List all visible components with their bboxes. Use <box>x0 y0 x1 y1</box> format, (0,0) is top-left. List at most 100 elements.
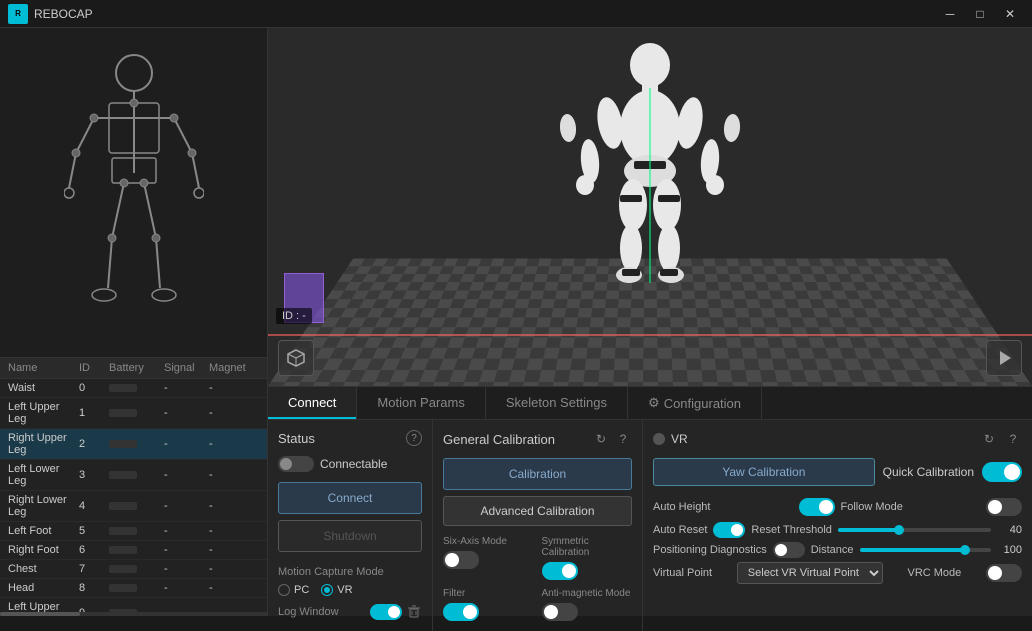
toggle-knob <box>445 553 459 567</box>
toggle-knob <box>1004 464 1020 480</box>
titlebar: R REBOCAP ─ □ ✕ <box>0 0 1032 28</box>
slider-fill <box>838 528 899 532</box>
pc-label: PC <box>294 584 309 596</box>
follow-mode-toggle[interactable] <box>986 498 1022 516</box>
tab-configuration[interactable]: ⚙ Configuration <box>628 387 762 419</box>
auto-height-label: Auto Height <box>653 501 710 513</box>
play-button[interactable] <box>986 340 1022 376</box>
status-info-icon[interactable]: ? <box>406 430 422 446</box>
close-button[interactable]: ✕ <box>996 4 1024 24</box>
slider-track[interactable] <box>860 548 991 552</box>
auto-reset-toggle[interactable] <box>713 522 745 538</box>
slider-thumb[interactable] <box>894 525 904 535</box>
auto-height-row: Auto Height <box>653 496 835 518</box>
scroll-thumb[interactable] <box>0 612 80 616</box>
pc-mode-option[interactable]: PC <box>278 584 309 596</box>
list-item[interactable]: Waist0 -- <box>0 379 267 398</box>
vr-mode-option[interactable]: VR <box>321 584 352 596</box>
virtual-point-select[interactable]: Select VR Virtual Point <box>737 562 883 584</box>
slider-thumb[interactable] <box>960 545 970 555</box>
tab-motion-params[interactable]: Motion Params <box>357 387 485 419</box>
maximize-button[interactable]: □ <box>966 4 994 24</box>
calibration-button[interactable]: Calibration <box>443 458 632 490</box>
viewport[interactable]: ID : - <box>268 28 1032 386</box>
log-window-toggle[interactable] <box>370 604 402 620</box>
trash-icon[interactable] <box>406 604 422 620</box>
follow-mode-row: Follow Mode <box>841 496 1023 518</box>
reset-threshold-value: 40 <box>997 524 1022 536</box>
list-item[interactable]: Left Lower Leg3 -- <box>0 460 267 491</box>
col-magnet: Magnet <box>209 362 259 374</box>
yaw-refresh-icon[interactable]: ↻ <box>980 430 998 448</box>
list-item[interactable]: Head8 -- <box>0 579 267 598</box>
cal-title: General Calibration <box>443 432 555 447</box>
connect-button[interactable]: Connect <box>278 482 422 514</box>
cal-refresh-icon[interactable]: ↻ <box>592 430 610 448</box>
connectable-dot <box>280 458 292 470</box>
titlebar-left: R REBOCAP <box>8 4 93 24</box>
battery-indicator <box>109 584 137 592</box>
motion-mode-section: Motion Capture Mode PC VR <box>278 566 422 596</box>
yaw-header: VR ↻ ? <box>653 430 1022 448</box>
minimize-button[interactable]: ─ <box>936 4 964 24</box>
toggle-knob <box>463 605 477 619</box>
positioning-label: Positioning Diagnostics <box>653 544 767 556</box>
anti-magnetic-toggle[interactable] <box>542 603 578 621</box>
auto-height-toggle[interactable] <box>799 498 835 516</box>
toggle-knob <box>819 500 833 514</box>
symmetric-cal-toggle[interactable] <box>542 562 578 580</box>
connectable-label: Connectable <box>320 457 387 471</box>
six-axis-option: Six-Axis Mode <box>443 536 534 580</box>
quick-cal-row: Quick Calibration <box>883 462 1022 482</box>
bottom-tabs: Connect Motion Params Skeleton Settings … <box>268 386 1032 616</box>
cube-view-button[interactable] <box>278 340 314 376</box>
filter-toggle[interactable] <box>443 603 479 621</box>
vrc-mode-toggle[interactable] <box>986 564 1022 582</box>
character-container <box>550 43 750 306</box>
distance-value: 100 <box>997 544 1022 556</box>
filter-label: Filter <box>443 588 534 599</box>
yaw-calibration-tab[interactable]: Yaw Calibration <box>653 458 875 486</box>
tab-connect[interactable]: Connect <box>268 387 357 419</box>
cal-info-icon[interactable]: ? <box>614 430 632 448</box>
toggle-knob <box>988 500 1002 514</box>
motion-mode-label: Motion Capture Mode <box>278 566 422 578</box>
battery-indicator <box>109 384 137 392</box>
list-item[interactable]: Chest7 -- <box>0 560 267 579</box>
battery-indicator <box>109 527 137 535</box>
col-battery: Battery <box>109 362 164 374</box>
list-item[interactable]: Left Upper Arm9 -- <box>0 598 267 612</box>
col-signal: Signal <box>164 362 209 374</box>
advanced-calibration-button[interactable]: Advanced Calibration <box>443 496 632 526</box>
list-item[interactable]: Left Foot5 -- <box>0 522 267 541</box>
reset-threshold-label: Reset Threshold <box>751 524 832 536</box>
shutdown-button[interactable]: Shutdown <box>278 520 422 552</box>
cube-icon <box>286 348 306 368</box>
symmetric-cal-label: Symmetric Calibration <box>542 536 633 558</box>
list-item[interactable]: Left Upper Leg1 -- <box>0 398 267 429</box>
vr-radio-circle <box>321 584 333 596</box>
connectable-toggle[interactable] <box>278 456 314 472</box>
yaw-info-icon[interactable]: ? <box>1004 430 1022 448</box>
status-header: Status ? <box>278 430 422 446</box>
list-item[interactable]: Right Lower Leg4 -- <box>0 491 267 522</box>
list-item[interactable]: Right Foot6 -- <box>0 541 267 560</box>
virtual-point-row: Virtual Point Select VR Virtual Point VR… <box>653 562 1022 584</box>
slider-track[interactable] <box>838 528 991 532</box>
connectable-row: Connectable <box>278 456 422 472</box>
list-item[interactable]: Right Upper Leg2 -- <box>0 429 267 460</box>
main-layout: Name ID Battery Signal Magnet Waist0 -- … <box>0 28 1032 616</box>
positioning-toggle[interactable] <box>773 542 805 558</box>
quick-cal-label: Quick Calibration <box>883 465 974 479</box>
quick-cal-toggle[interactable] <box>982 462 1022 482</box>
play-icon <box>994 348 1014 368</box>
calibration-panel: General Calibration ↻ ? Calibration Adva… <box>433 420 643 631</box>
col-id: ID <box>79 362 109 374</box>
slider-fill <box>860 548 965 552</box>
six-axis-toggle[interactable] <box>443 551 479 569</box>
yaw-panel: VR ↻ ? Yaw Calibration Quick Calibration <box>643 420 1032 631</box>
auto-reset-label: Auto Reset <box>653 524 707 536</box>
toggle-knob <box>562 564 576 578</box>
body-list-header: Name ID Battery Signal Magnet <box>0 358 267 379</box>
tab-skeleton-settings[interactable]: Skeleton Settings <box>486 387 628 419</box>
